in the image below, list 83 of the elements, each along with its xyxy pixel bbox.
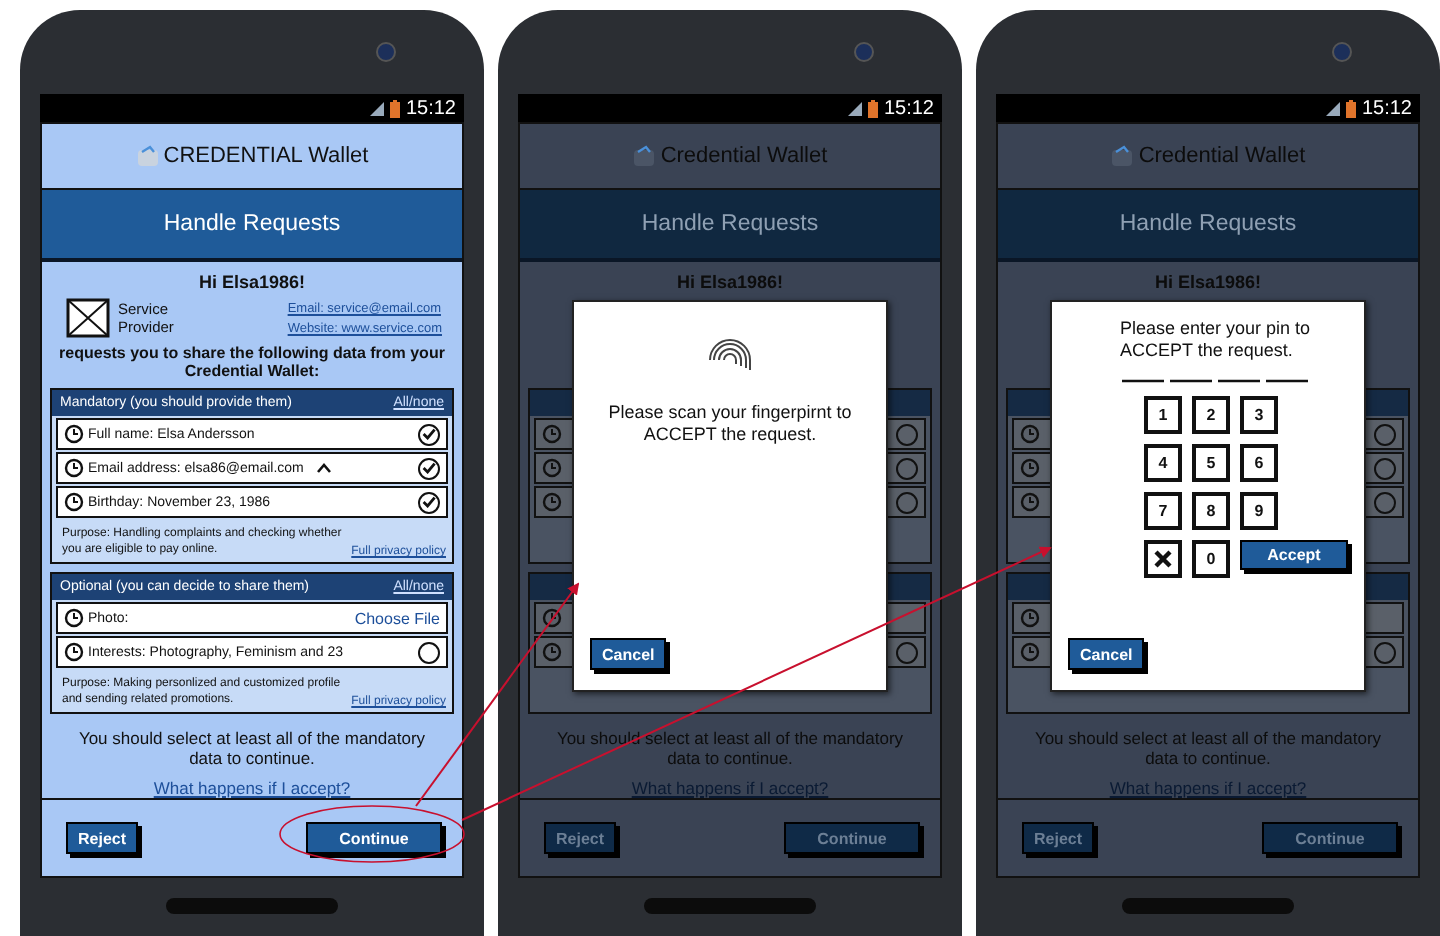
checkbox[interactable] (1374, 457, 1396, 479)
wallet-logo-icon (135, 144, 160, 168)
checkbox[interactable] (896, 457, 918, 479)
checkbox[interactable] (896, 641, 918, 663)
pin-input-field[interactable] (1120, 378, 1312, 384)
x-icon (1154, 550, 1172, 568)
keypad-key[interactable]: 8 (1192, 492, 1230, 530)
clock-icon (64, 642, 84, 662)
signal-icon (369, 101, 384, 115)
clock-icon (542, 492, 562, 512)
checkbox[interactable] (1374, 641, 1396, 663)
clock-icon (64, 492, 84, 512)
keypad-key[interactable]: 9 (1240, 492, 1278, 530)
clock-icon (542, 424, 562, 444)
camera-icon (376, 42, 396, 62)
checkbox[interactable] (418, 641, 440, 663)
checkbox[interactable] (896, 423, 918, 445)
wallet-logo-icon (632, 144, 657, 168)
continue-button[interactable]: Continue (784, 822, 920, 854)
greeting: Hi Elsa1986! (1154, 272, 1262, 292)
caret-icon[interactable] (315, 462, 332, 474)
clock-icon (1020, 424, 1040, 444)
battery-icon (389, 99, 400, 117)
checkbox[interactable] (1374, 423, 1396, 445)
clock-icon (1020, 608, 1040, 628)
camera-icon (1332, 42, 1352, 62)
app-name: Credential Wallet (1138, 144, 1306, 168)
clock-icon (1020, 642, 1040, 662)
checkbox[interactable] (896, 491, 918, 513)
reject-button[interactable]: Reject (66, 822, 139, 854)
dialog-message: Please enter your pin to ACCEPT the request. (1120, 318, 1313, 362)
cancel-button[interactable]: Cancel (590, 638, 667, 670)
keypad-key[interactable]: 3 (1240, 396, 1278, 434)
checkbox[interactable] (418, 491, 440, 513)
greeting: Hi Elsa1986! (676, 272, 784, 292)
keypad-key[interactable]: 6 (1240, 444, 1278, 482)
wallet-logo-icon (1110, 144, 1135, 168)
clock-icon (542, 608, 562, 628)
checkbox[interactable] (418, 423, 440, 445)
status-time: 15:12 (405, 97, 456, 119)
notice-text: You should select at least all of the mandatory data to continue. (76, 728, 428, 768)
battery-icon (867, 99, 878, 117)
page-title: Handle Requests (520, 190, 940, 262)
cancel-button[interactable]: Cancel (1068, 638, 1145, 670)
keypad-key[interactable]: 2 (1192, 396, 1230, 434)
page-title: Handle Requests (42, 190, 462, 262)
status-time: 15:12 (1361, 97, 1412, 119)
reject-button[interactable]: Reject (1022, 822, 1095, 854)
keypad-key[interactable]: 4 (1144, 444, 1182, 482)
keypad-key[interactable]: 1 (1144, 396, 1182, 434)
keypad-key[interactable]: 7 (1144, 492, 1182, 530)
choose-file-link[interactable]: Choose File (354, 609, 440, 627)
clock-icon (542, 642, 562, 662)
battery-icon (1345, 99, 1356, 117)
clock-icon (1020, 492, 1040, 512)
notice-text: You should select at least all of the mandatory data to continue. (554, 728, 906, 768)
clock-icon (542, 458, 562, 478)
continue-button[interactable]: Continue (1262, 822, 1398, 854)
greeting: Hi Elsa1986! (198, 272, 306, 292)
camera-icon (854, 42, 874, 62)
continue-button[interactable]: Continue (306, 822, 442, 854)
clock-icon (64, 424, 84, 444)
clock-icon (64, 458, 84, 478)
signal-icon (847, 101, 862, 115)
image-placeholder-icon (66, 298, 110, 338)
dialog-message: Please scan your fingerpirnt to ACCEPT the request. (606, 402, 854, 446)
delete-key[interactable] (1144, 540, 1182, 578)
notice-text: You should select at least all of the mandatory data to continue. (1032, 728, 1384, 768)
keypad-key[interactable]: 0 (1192, 540, 1230, 578)
page-title: Handle Requests (998, 190, 1418, 262)
status-time: 15:12 (883, 97, 934, 119)
help-link[interactable]: What happens if I accept? (153, 778, 351, 798)
app-name: Credential Wallet (660, 144, 828, 168)
signal-icon (1325, 101, 1340, 115)
keypad-key[interactable]: 5 (1192, 444, 1230, 482)
reject-button[interactable]: Reject (544, 822, 617, 854)
checkbox[interactable] (1374, 491, 1396, 513)
app-name: CREDENTIAL Wallet (163, 144, 369, 168)
clock-icon (64, 608, 84, 628)
clock-icon (1020, 458, 1040, 478)
checkbox[interactable] (418, 457, 440, 479)
request-intro: requests you to share the following data from your Credential Wallet: (57, 344, 447, 380)
accept-button[interactable]: Accept (1240, 540, 1348, 570)
